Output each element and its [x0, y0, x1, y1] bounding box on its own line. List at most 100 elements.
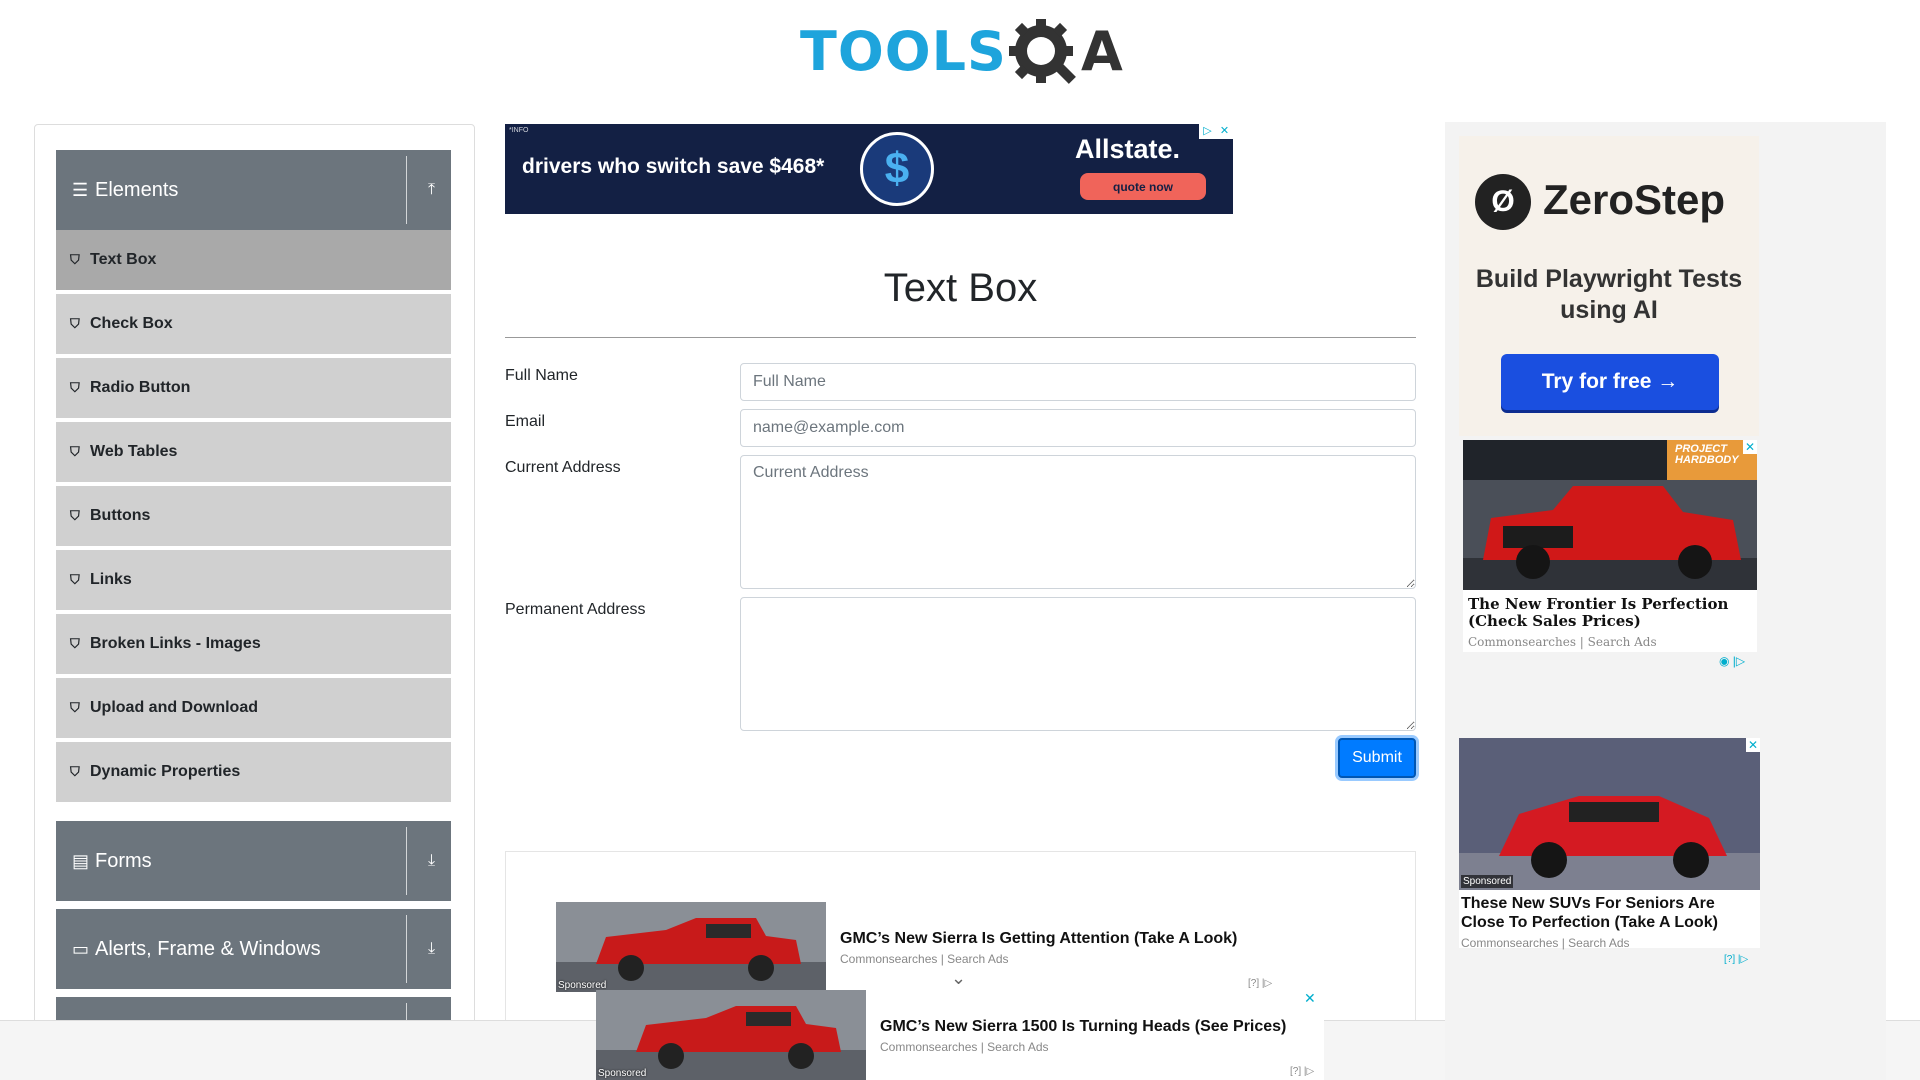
ad-title: GMC’s New Sierra 1500 Is Turning Heads (…: [880, 1018, 1287, 1035]
adchoices-icon[interactable]: ▷: [1199, 124, 1216, 139]
page-title: Text Box: [883, 266, 1038, 310]
divider: [406, 827, 407, 895]
group-alerts-frame-windows[interactable]: ▭ Alerts, Frame & Windows ⤓: [56, 909, 451, 989]
sticky-sponsored-ad[interactable]: Sponsored GMC’s New Sierra 1500 Is Turni…: [596, 990, 1324, 1080]
full-name-label: Full Name: [505, 367, 578, 384]
close-icon[interactable]: ✕: [1743, 440, 1757, 454]
adchoices-icon[interactable]: [?] |▷: [1290, 1066, 1314, 1077]
ad-message: drivers who switch save $468*: [522, 155, 825, 178]
email-input[interactable]: [740, 409, 1416, 447]
close-icon[interactable]: ✕: [1304, 990, 1316, 1007]
sidebar-item-label: Dynamic Properties: [90, 763, 241, 780]
sidebar-item-label: Web Tables: [90, 443, 178, 460]
collapse-arrow-icon[interactable]: ⤒: [412, 181, 451, 199]
allstate-banner-ad[interactable]: *INFO drivers who switch save $468* $ Al…: [505, 124, 1233, 214]
list-item-icon: ⛉: [70, 444, 80, 459]
divider: [406, 156, 407, 224]
sidebar-item-radio-button[interactable]: ⛉ Radio Button: [56, 358, 451, 420]
group-label: Elements: [95, 178, 179, 201]
sidebar-item-dynamic-properties[interactable]: ⛉ Dynamic Properties: [56, 742, 451, 804]
list-item-icon: ⛉: [70, 508, 80, 523]
sponsored-ad-card[interactable]: Sponsored GMC’s New Sierra Is Getting At…: [556, 902, 1386, 992]
permanent-address-label: Permanent Address: [505, 601, 646, 618]
sidebar-item-label: Broken Links - Images: [90, 635, 261, 652]
adchoices-icon[interactable]: [?] |▷: [1248, 978, 1272, 989]
sidebar-item-upload-download[interactable]: ⛉ Upload and Download: [56, 678, 451, 740]
email-label: Email: [505, 413, 546, 430]
ad-source: Commonsearches | Search Ads: [1461, 936, 1630, 950]
logo-text-tools: TOOLS: [800, 20, 1007, 83]
adchoices-icon[interactable]: [?] |▷: [1724, 954, 1748, 965]
truck-image: Sponsored: [596, 990, 866, 1080]
ad-title: The New Frontier Is Perfection (Check Sa…: [1468, 595, 1729, 630]
toolsqa-logo[interactable]: TOOLS A: [800, 14, 1123, 90]
sidebar-item-label: Links: [90, 571, 132, 588]
ad-text: GMC’s New Sierra Is Getting Attention (T…: [840, 930, 1237, 992]
list-item-icon: ⛉: [70, 700, 80, 715]
form-icon: ▤: [72, 850, 90, 871]
adchoices-icon[interactable]: ◉ |▷: [1719, 654, 1745, 668]
sidebar-item-label: Buttons: [90, 507, 151, 524]
group-forms[interactable]: ▤ Forms ⤓: [56, 821, 451, 901]
ad-source: Commonsearches | Search Ads: [1468, 635, 1657, 649]
zerostep-name: ZeroStep: [1543, 176, 1726, 223]
zerostep-tagline: Build Playwright Tests using AI: [1475, 265, 1743, 324]
red-suv-image: [1459, 738, 1760, 890]
ad-controls: ▷ ✕: [1199, 124, 1233, 139]
sidebar-item-check-box[interactable]: ⛉ Check Box: [56, 294, 451, 356]
truck-image: Sponsored: [556, 902, 826, 992]
sidebar-item-label: Radio Button: [90, 379, 191, 396]
close-icon[interactable]: ✕: [1216, 124, 1233, 139]
ad-text: GMC’s New Sierra 1500 Is Turning Heads (…: [880, 1018, 1286, 1080]
divider: [406, 915, 407, 983]
list-item-icon: ⛉: [70, 636, 80, 651]
close-icon[interactable]: ✕: [1746, 738, 1760, 752]
submit-button[interactable]: Submit: [1338, 738, 1416, 778]
expand-arrow-icon[interactable]: ⤓: [412, 940, 451, 958]
current-address-label: Current Address: [505, 459, 621, 476]
ad-source: Commonsearches | Search Ads: [880, 1040, 1049, 1054]
sidebar-item-label: Upload and Download: [90, 699, 258, 716]
list-item-icon: ⛉: [70, 380, 80, 395]
current-address-input[interactable]: [740, 455, 1416, 589]
allstate-logo: Allstate.: [1075, 134, 1181, 164]
zerostep-logo-icon: Ø: [1475, 174, 1531, 230]
sidebar-item-buttons[interactable]: ⛉ Buttons: [56, 486, 451, 548]
list-item-icon: ⛉: [70, 572, 80, 587]
divider: [505, 337, 1416, 338]
list-item-icon: ⛉: [70, 252, 80, 267]
ad-title: These New SUVs For Seniors Are Close To …: [1461, 895, 1718, 931]
list-item-icon: ⛉: [70, 316, 80, 331]
ad-info-label: *INFO: [509, 127, 529, 134]
sidebar-item-web-tables[interactable]: ⛉ Web Tables: [56, 422, 451, 484]
red-truck-image: [556, 902, 826, 992]
group-elements[interactable]: ☰ Elements ⤒: [56, 150, 451, 230]
list-item-icon: ⛉: [70, 764, 80, 779]
sidebar-item-text-box[interactable]: ⛉ Text Box: [56, 230, 451, 292]
gear-q-icon: [1008, 19, 1076, 84]
quote-now-button[interactable]: quote now: [1080, 173, 1206, 200]
sidebar-item-broken-links[interactable]: ⛉ Broken Links - Images: [56, 614, 451, 676]
group-label: Forms: [95, 849, 152, 872]
suv-ad[interactable]: Sponsored These New SUVs For Seniors Are…: [1459, 738, 1760, 950]
sponsored-badge: Sponsored: [1461, 875, 1514, 888]
expand-arrow-icon[interactable]: ⤓: [412, 852, 451, 870]
window-icon: ▭: [72, 938, 90, 959]
full-name-input[interactable]: [740, 363, 1416, 401]
sidebar: ☰ Elements ⤒ ⛉ Text Box ⛉ Check Box ⛉ Ra…: [34, 124, 475, 1080]
frontier-ad[interactable]: PROJECT HARDBODY The New Frontier Is Per…: [1463, 440, 1757, 652]
ad-source: Commonsearches | Search Ads: [840, 952, 1009, 966]
sidebar-item-label: Check Box: [90, 315, 173, 332]
hardbody-badge: PROJECT HARDBODY: [1675, 443, 1739, 466]
zerostep-ad[interactable]: Ø ZeroStep Build Playwright Tests using …: [1459, 136, 1759, 436]
dollar-icon: $: [860, 132, 934, 206]
ad-title: GMC’s New Sierra Is Getting Attention (T…: [840, 930, 1238, 947]
chevron-down-icon[interactable]: ⌄: [951, 968, 966, 989]
try-for-free-button[interactable]: Try for free →: [1501, 354, 1719, 410]
sidebar-item-links[interactable]: ⛉ Links: [56, 550, 451, 612]
sidebar-item-label: Text Box: [90, 251, 157, 268]
sponsored-badge: Sponsored: [598, 1068, 647, 1079]
page: TOOLS A ☰ Elements ⤒ ⛉ Text Box ⛉ Check …: [0, 0, 1920, 1080]
permanent-address-input[interactable]: [740, 597, 1416, 731]
group-label: Alerts, Frame & Windows: [95, 937, 321, 960]
